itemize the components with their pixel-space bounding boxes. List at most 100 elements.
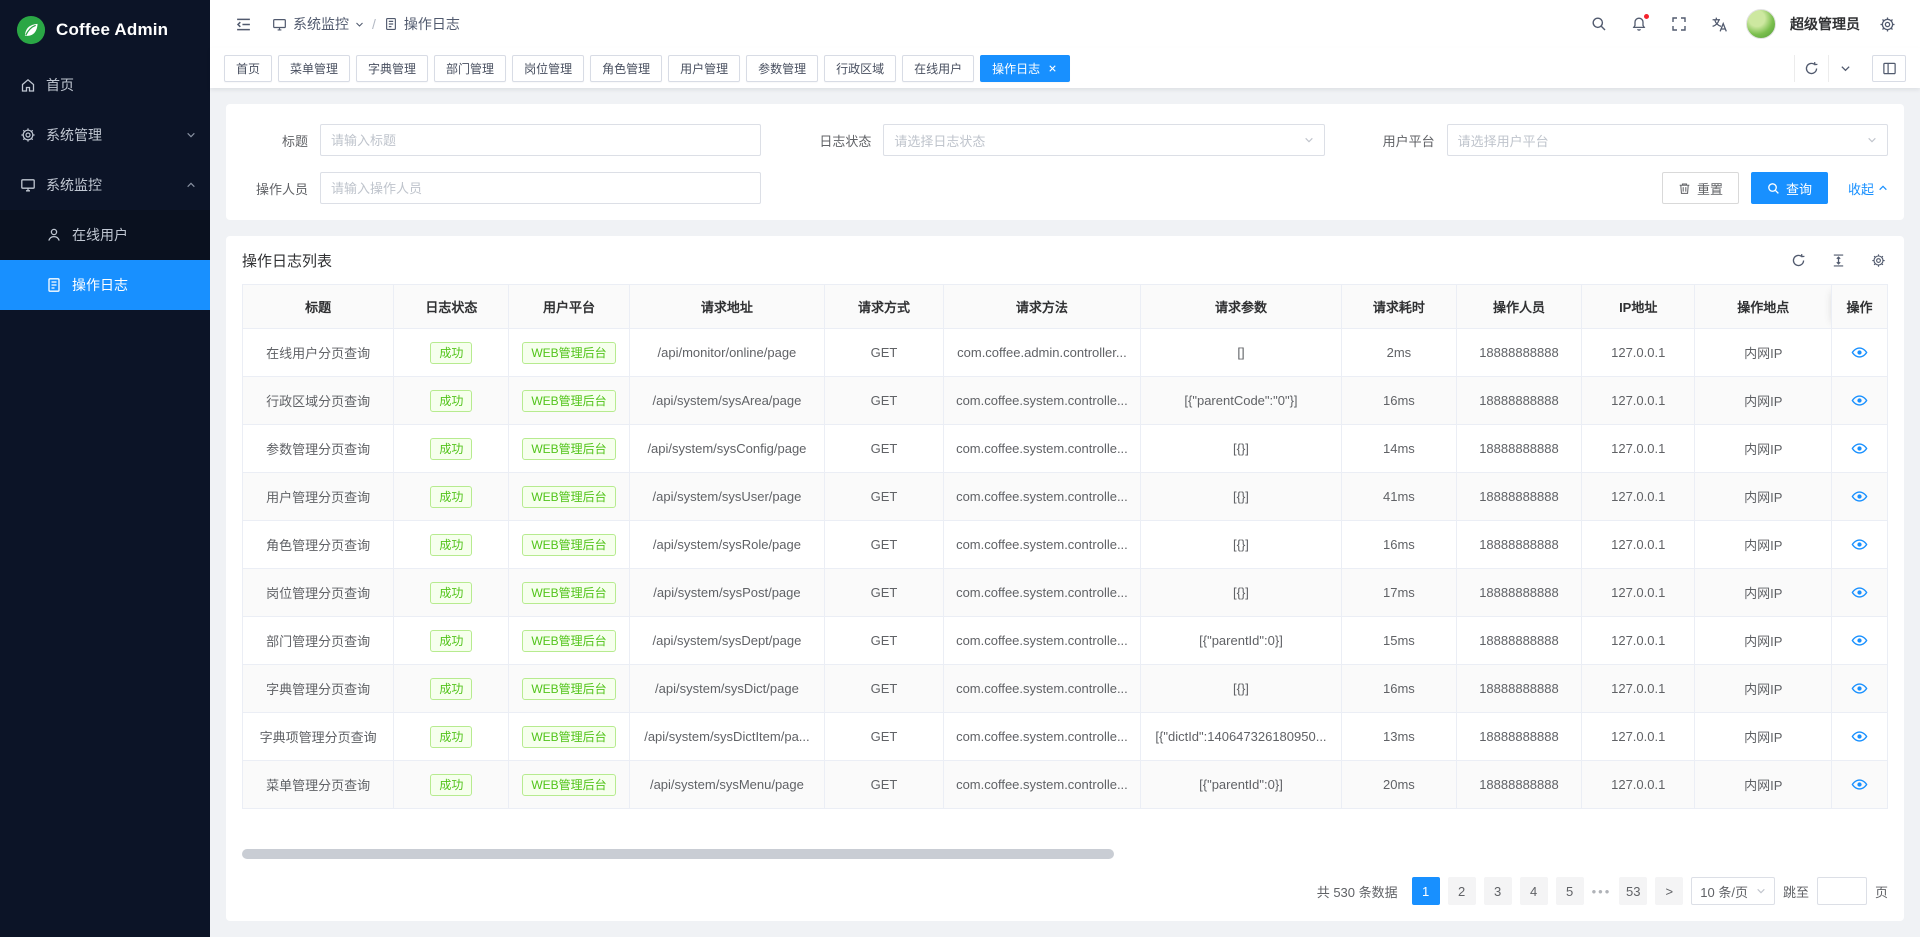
search-button[interactable]: 查询: [1751, 172, 1828, 204]
cell-url: /api/system/sysMenu/page: [629, 761, 825, 809]
operator-input[interactable]: [320, 172, 761, 204]
translate-icon[interactable]: [1706, 11, 1732, 37]
breadcrumb-section[interactable]: 系统监控: [272, 14, 364, 34]
cell-operator: 18888888888: [1456, 761, 1581, 809]
cell-method: GET: [825, 617, 943, 665]
tab[interactable]: 菜单管理: [278, 55, 350, 82]
avatar[interactable]: [1746, 9, 1776, 39]
menu-fold-icon[interactable]: [230, 11, 256, 37]
jump-page-input[interactable]: [1817, 877, 1867, 905]
col-request-function: 请求方法: [943, 285, 1140, 329]
cell-action: [1832, 761, 1888, 809]
table-row: 参数管理分页查询成功WEB管理后台/api/system/sysConfig/p…: [243, 425, 1888, 473]
status-badge: 成功: [430, 438, 472, 460]
table-header-row: 标题 日志状态 用户平台 请求地址 请求方式 请求方法 请求参数 请求耗时 操作…: [243, 285, 1888, 329]
view-button[interactable]: [1851, 344, 1868, 361]
cell-action: [1832, 329, 1888, 377]
layout-panel-icon[interactable]: [1872, 55, 1906, 82]
tab-options-chevron-icon[interactable]: [1828, 55, 1862, 82]
cell-url: /api/system/sysRole/page: [629, 521, 825, 569]
chevron-up-icon: [186, 180, 196, 190]
row-height-icon[interactable]: [1828, 250, 1848, 270]
title-input[interactable]: [320, 124, 761, 156]
tab-close-icon[interactable]: [1047, 63, 1058, 74]
settings-gear-icon[interactable]: [1874, 11, 1900, 37]
view-button[interactable]: [1851, 440, 1868, 457]
status-badge: 成功: [430, 678, 472, 700]
page-button[interactable]: 3: [1484, 877, 1512, 905]
log-status-select[interactable]: 请选择日志状态: [883, 124, 1324, 156]
sidebar-item-online-users[interactable]: 在线用户: [0, 210, 210, 260]
monitor-icon: [272, 17, 287, 32]
view-button[interactable]: [1851, 584, 1868, 601]
user-name[interactable]: 超级管理员: [1790, 14, 1860, 34]
col-request-params: 请求参数: [1141, 285, 1342, 329]
view-button[interactable]: [1851, 728, 1868, 745]
table-row: 字典管理分页查询成功WEB管理后台/api/system/sysDict/pag…: [243, 665, 1888, 713]
cell-action: [1832, 665, 1888, 713]
cell-operator: 18888888888: [1456, 617, 1581, 665]
tab[interactable]: 字典管理: [356, 55, 428, 82]
sidebar-item-system-monitoring[interactable]: 系统监控: [0, 160, 210, 210]
tab-active[interactable]: 操作日志: [980, 55, 1070, 82]
page-button[interactable]: 4: [1520, 877, 1548, 905]
tab[interactable]: 首页: [224, 55, 272, 82]
next-page-button[interactable]: >: [1655, 877, 1683, 905]
view-button[interactable]: [1851, 680, 1868, 697]
tab[interactable]: 在线用户: [902, 55, 974, 82]
tab[interactable]: 用户管理: [668, 55, 740, 82]
view-button[interactable]: [1851, 632, 1868, 649]
tab[interactable]: 行政区域: [824, 55, 896, 82]
sidebar-item-operation-log[interactable]: 操作日志: [0, 260, 210, 310]
sidebar-item-system-management[interactable]: 系统管理: [0, 110, 210, 160]
page-content: 标题 日志状态 请选择日志状态 用户平台 请选择用户平台: [210, 88, 1920, 937]
cell-method: GET: [825, 473, 943, 521]
breadcrumb-section-label: 系统监控: [293, 14, 349, 34]
page-ellipsis[interactable]: •••: [1592, 884, 1612, 899]
page-button-active[interactable]: 1: [1412, 877, 1440, 905]
table-row: 在线用户分页查询成功WEB管理后台/api/monitor/online/pag…: [243, 329, 1888, 377]
col-title: 标题: [243, 285, 394, 329]
cell-func: com.coffee.system.controlle...: [943, 761, 1140, 809]
cell-platform: WEB管理后台: [509, 713, 629, 761]
view-button[interactable]: [1851, 536, 1868, 553]
sidebar-submenu: 在线用户 操作日志: [0, 210, 210, 310]
chevron-down-icon: [1304, 135, 1314, 145]
page-button-last[interactable]: 53: [1619, 877, 1647, 905]
cell-time: 17ms: [1341, 569, 1456, 617]
table-spacer: [242, 809, 1888, 841]
column-settings-gear-icon[interactable]: [1868, 250, 1888, 270]
page-button[interactable]: 2: [1448, 877, 1476, 905]
page-size-select[interactable]: 10 条/页: [1691, 877, 1775, 905]
scrollbar-thumb[interactable]: [242, 849, 1114, 859]
notification-bell-icon[interactable]: [1626, 11, 1652, 37]
view-button[interactable]: [1851, 776, 1868, 793]
cell-title: 部门管理分页查询: [243, 617, 394, 665]
log-status-placeholder: 请选择日志状态: [894, 131, 985, 150]
tab[interactable]: 角色管理: [590, 55, 662, 82]
reset-button[interactable]: 重置: [1662, 172, 1739, 204]
cell-url: /api/system/sysConfig/page: [629, 425, 825, 473]
sidebar-item-home[interactable]: 首页: [0, 60, 210, 110]
cell-platform: WEB管理后台: [509, 377, 629, 425]
view-button[interactable]: [1851, 392, 1868, 409]
tab[interactable]: 岗位管理: [512, 55, 584, 82]
cell-method: GET: [825, 377, 943, 425]
tab[interactable]: 参数管理: [746, 55, 818, 82]
fullscreen-icon[interactable]: [1666, 11, 1692, 37]
refresh-icon[interactable]: [1788, 250, 1808, 270]
logo[interactable]: Coffee Admin: [0, 0, 210, 60]
breadcrumb: 系统监控 / 操作日志: [272, 14, 460, 34]
search-icon[interactable]: [1586, 11, 1612, 37]
user-platform-select[interactable]: 请选择用户平台: [1447, 124, 1888, 156]
cell-platform: WEB管理后台: [509, 569, 629, 617]
refresh-icon[interactable]: [1794, 55, 1828, 82]
view-button[interactable]: [1851, 488, 1868, 505]
tab[interactable]: 部门管理: [434, 55, 506, 82]
page-button[interactable]: 5: [1556, 877, 1584, 905]
cell-status: 成功: [394, 377, 509, 425]
platform-badge: WEB管理后台: [522, 390, 615, 412]
cell-ip: 127.0.0.1: [1581, 473, 1695, 521]
cell-ip: 127.0.0.1: [1581, 329, 1695, 377]
collapse-link[interactable]: 收起: [1848, 179, 1888, 198]
